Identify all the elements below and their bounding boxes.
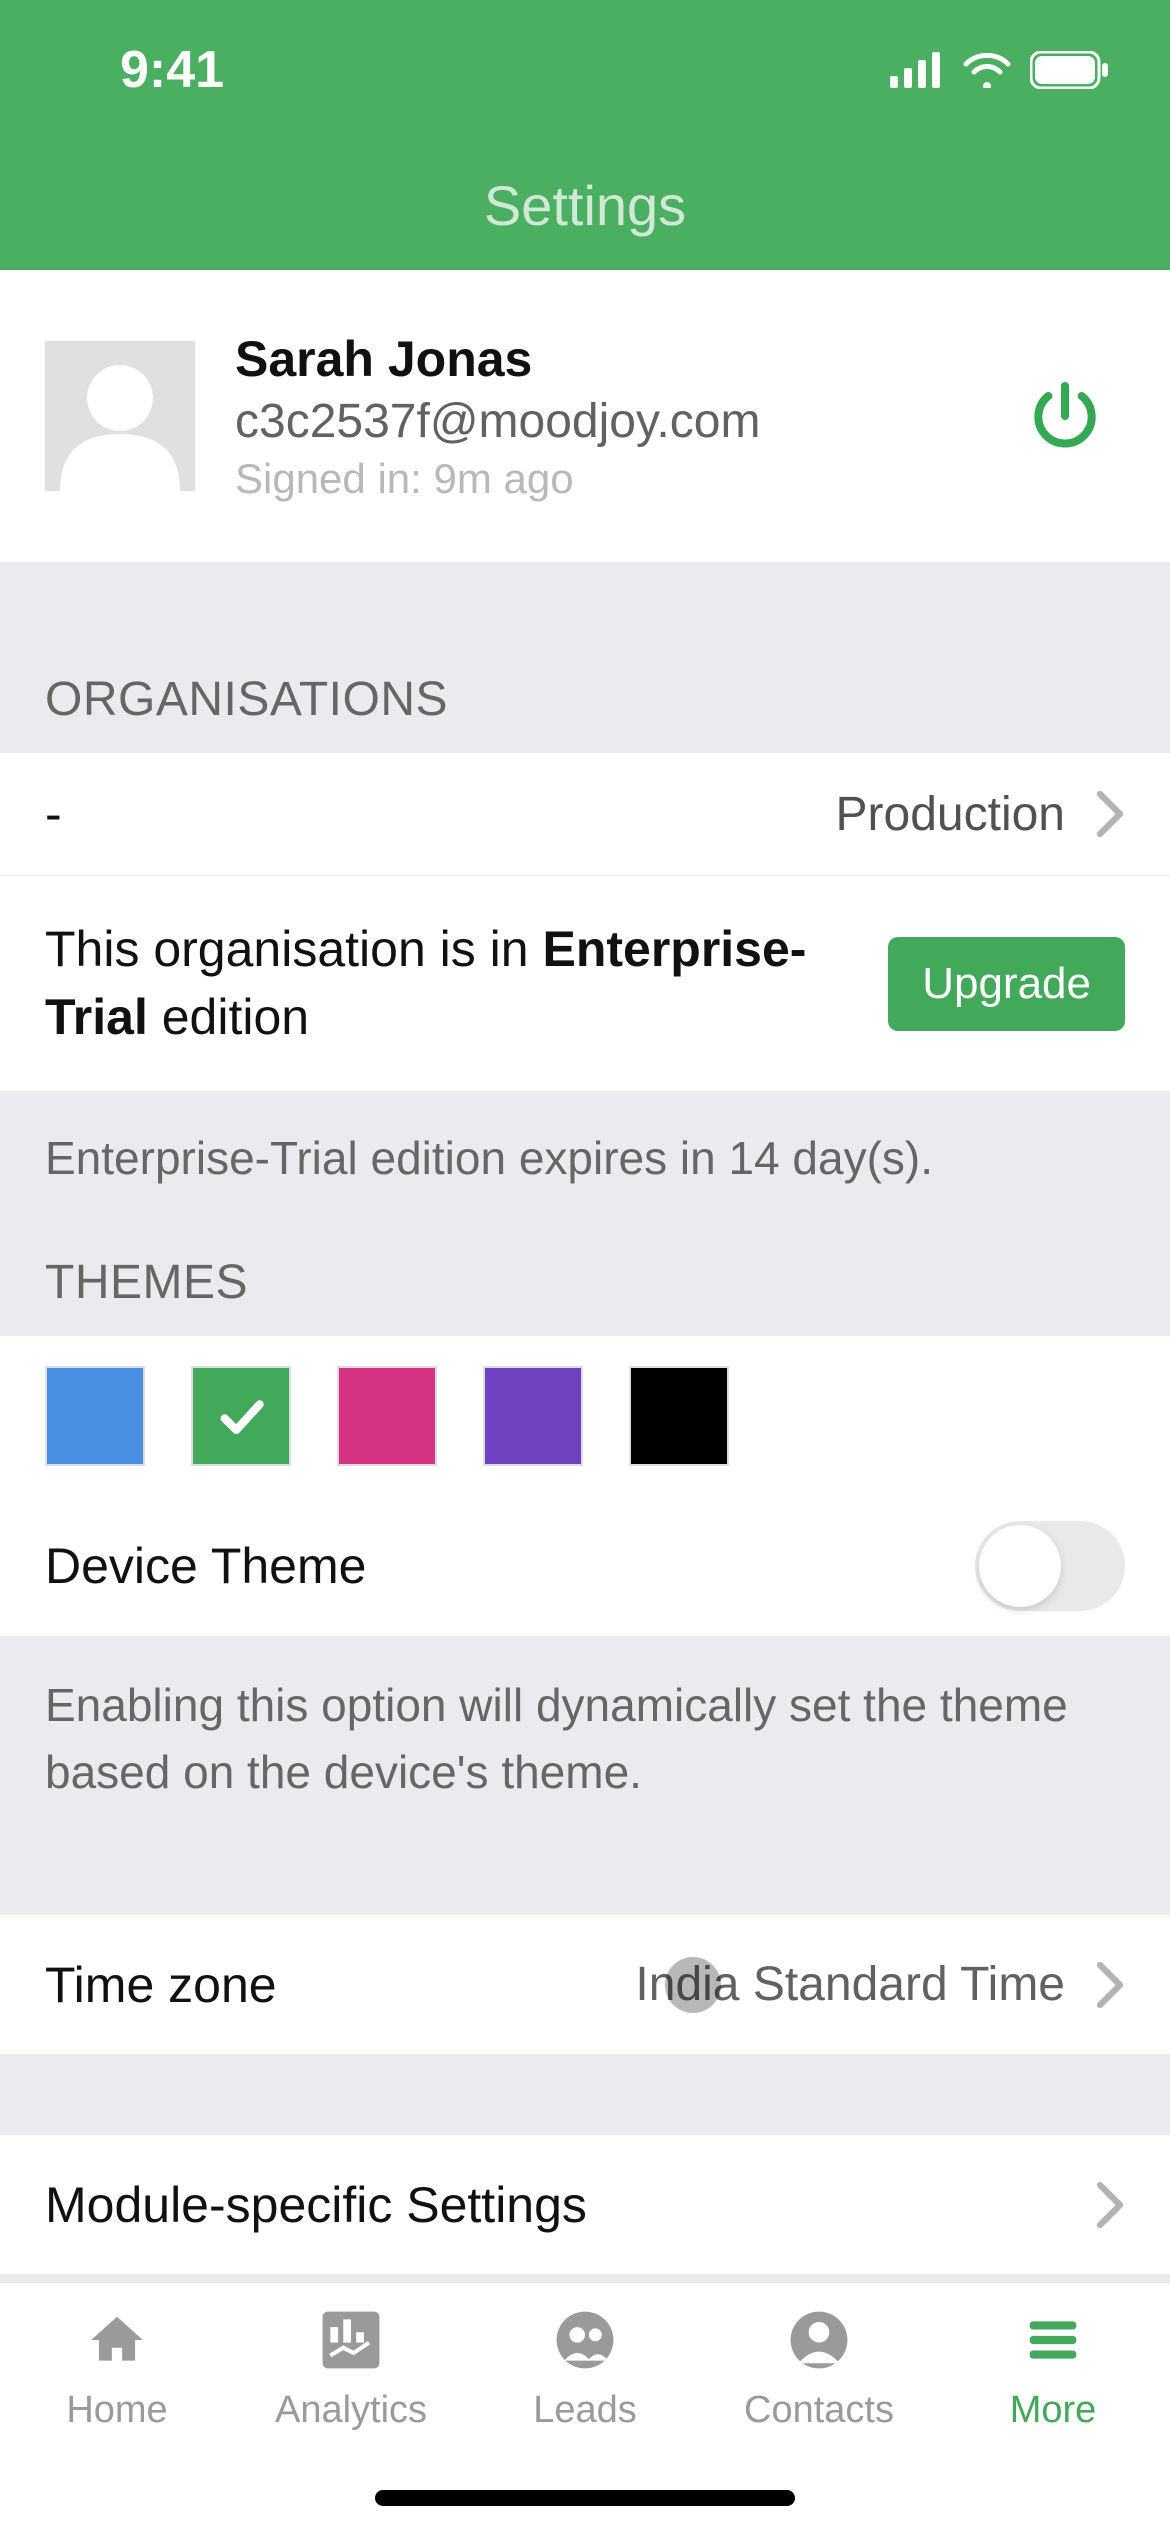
- chevron-right-icon: [1095, 1960, 1125, 2010]
- tab-home[interactable]: Home: [0, 2305, 234, 2532]
- organisation-row[interactable]: - Production: [0, 753, 1170, 876]
- theme-swatch-blue[interactable]: [45, 1366, 145, 1466]
- wifi-icon: [962, 52, 1012, 88]
- power-icon: [1025, 376, 1105, 456]
- profile-row[interactable]: Sarah Jonas c3c2537f@moodjoy.com Signed …: [0, 270, 1170, 562]
- device-theme-row: Device Theme: [0, 1496, 1170, 1636]
- page-header: Settings: [0, 140, 1170, 270]
- theme-swatch-green[interactable]: [191, 1366, 291, 1466]
- home-icon: [82, 2305, 152, 2375]
- edition-expiry-note: Enterprise-Trial edition expires in 14 d…: [0, 1091, 1170, 1207]
- status-bar: 9:41: [0, 0, 1170, 140]
- tab-more[interactable]: More: [936, 2305, 1170, 2532]
- more-icon: [1018, 2305, 1088, 2375]
- analytics-icon: [316, 2305, 386, 2375]
- device-theme-toggle[interactable]: [975, 1521, 1125, 1611]
- chevron-right-icon: [1095, 789, 1125, 839]
- theme-swatch-pink[interactable]: [337, 1366, 437, 1466]
- tab-label: Contacts: [744, 2389, 894, 2432]
- timezone-label: Time zone: [45, 1956, 635, 2014]
- status-time: 9:41: [120, 40, 224, 100]
- organisation-edition-text: This organisation is in Enterprise-Trial…: [45, 916, 858, 1051]
- tab-label: More: [1010, 2389, 1097, 2432]
- organisation-env: Production: [836, 787, 1065, 842]
- contacts-icon: [784, 2305, 854, 2375]
- profile-text: Sarah Jonas c3c2537f@moodjoy.com Signed …: [235, 330, 985, 503]
- device-theme-note: Enabling this option will dynamically se…: [0, 1636, 1170, 1915]
- avatar: [45, 341, 195, 491]
- tab-label: Analytics: [275, 2389, 427, 2432]
- timezone-value: India Standard Time: [635, 1957, 1065, 2012]
- toggle-knob: [979, 1525, 1061, 1607]
- upgrade-button[interactable]: Upgrade: [888, 937, 1125, 1031]
- cellular-icon: [890, 52, 944, 88]
- section-header-organisations: ORGANISATIONS: [0, 562, 1170, 753]
- edition-suffix: edition: [148, 989, 309, 1045]
- theme-swatch-black[interactable]: [629, 1366, 729, 1466]
- tab-label: Home: [66, 2389, 167, 2432]
- module-settings-row[interactable]: Module-specific Settings: [0, 2135, 1170, 2275]
- spacer: [0, 2055, 1170, 2135]
- status-icons: [890, 51, 1110, 89]
- timezone-row[interactable]: Time zone India Standard Time: [0, 1915, 1170, 2055]
- edition-prefix: This organisation is in: [45, 921, 542, 977]
- tab-label: Leads: [533, 2389, 637, 2432]
- chevron-right-icon: [1095, 2180, 1125, 2230]
- profile-name: Sarah Jonas: [235, 330, 985, 388]
- organisation-edition-row: This organisation is in Enterprise-Trial…: [0, 876, 1170, 1091]
- logout-button[interactable]: [1025, 376, 1105, 456]
- themes-row: [0, 1336, 1170, 1496]
- device-theme-label: Device Theme: [45, 1537, 975, 1595]
- module-settings-label: Module-specific Settings: [45, 2176, 1095, 2234]
- theme-swatch-purple[interactable]: [483, 1366, 583, 1466]
- battery-icon: [1030, 51, 1110, 89]
- leads-icon: [550, 2305, 620, 2375]
- profile-email: c3c2537f@moodjoy.com: [235, 394, 985, 449]
- profile-signed-in: Signed in: 9m ago: [235, 455, 985, 503]
- organisation-name: -: [45, 785, 836, 843]
- page-title: Settings: [484, 173, 686, 238]
- section-header-themes: THEMES: [0, 1207, 1170, 1336]
- home-indicator: [375, 2490, 795, 2506]
